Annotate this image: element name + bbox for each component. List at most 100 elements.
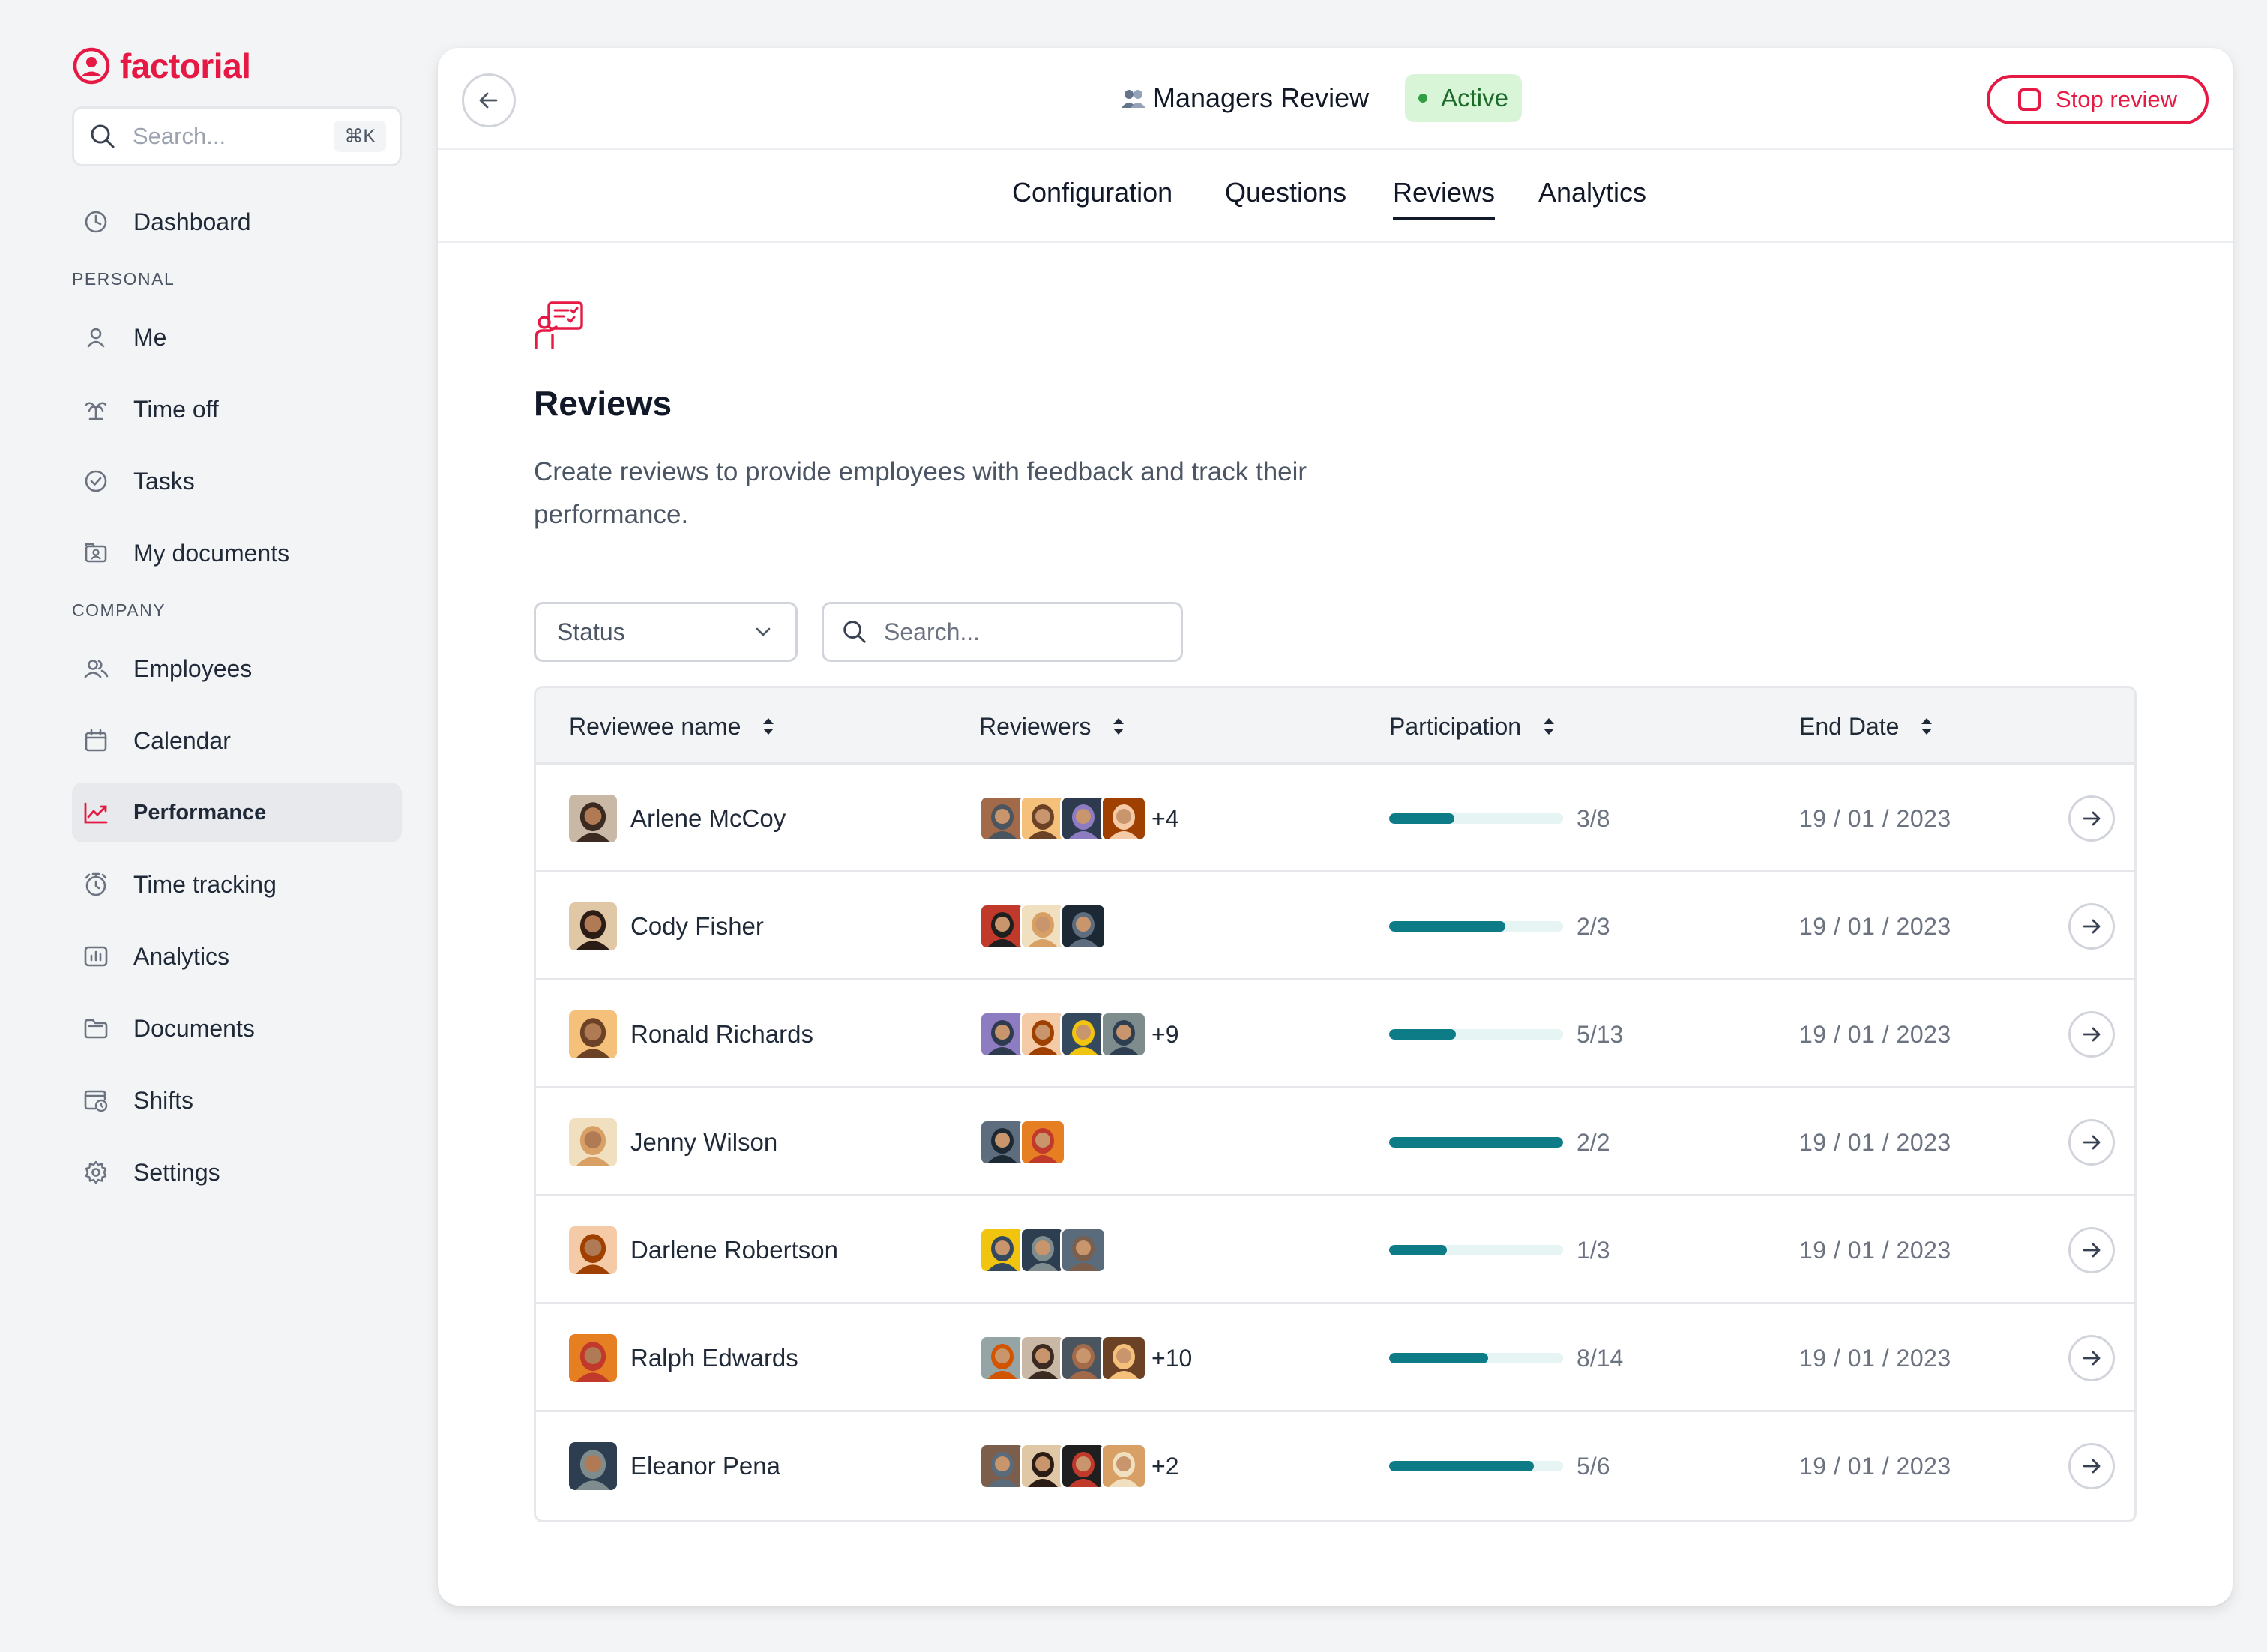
sidebar-item-me[interactable]: Me <box>72 307 402 367</box>
open-review-button[interactable] <box>2068 1119 2115 1166</box>
open-review-button[interactable] <box>2068 1335 2115 1381</box>
reviewers-avatar-stack[interactable] <box>979 1119 1066 1166</box>
avatar <box>569 1118 617 1166</box>
review-panel: Managers Review Active Stop review Confi… <box>438 48 2233 1606</box>
end-date-cell: 19 / 01 / 2023 <box>1799 872 1951 980</box>
open-review-button[interactable] <box>2068 1227 2115 1273</box>
arrow-right-icon <box>2083 811 2101 826</box>
reviewers-avatar-stack[interactable] <box>979 1443 1147 1489</box>
arrow-right-icon <box>2083 1243 2101 1258</box>
sidebar-item-calendar[interactable]: Calendar <box>72 711 402 771</box>
table-header: Reviewee name Reviewers Participation En… <box>536 688 2134 765</box>
sidebar-nav: Dashboard <box>72 192 402 252</box>
table-row[interactable]: Ronald Richards +9 5/13 19 / 01 / 2023 <box>536 980 2134 1088</box>
users-icon <box>82 655 109 682</box>
status-badge-label: Active <box>1441 84 1508 112</box>
participation-cell: 5/13 <box>1389 980 1623 1088</box>
sidebar-item-label: Settings <box>133 1158 220 1186</box>
sidebar-item-employees[interactable]: Employees <box>72 639 402 699</box>
avatar <box>569 795 617 842</box>
tab-analytics[interactable]: Analytics <box>1538 177 1646 220</box>
arrow-right-icon <box>2083 1135 2101 1150</box>
end-date: 19 / 01 / 2023 <box>1799 1344 1951 1372</box>
personal-section-heading: PERSONAL <box>72 269 175 289</box>
reviewers-cell <box>979 1088 1071 1196</box>
sidebar-item-label: Shifts <box>133 1086 194 1114</box>
sidebar-item-analytics[interactable]: Analytics <box>72 926 402 986</box>
sidebar-item-label: Dashboard <box>133 208 251 235</box>
end-date-cell: 19 / 01 / 2023 <box>1799 980 1951 1088</box>
sidebar-item-time-tracking[interactable]: Time tracking <box>72 854 402 914</box>
participation-progress-bar <box>1389 813 1563 824</box>
tab-configuration[interactable]: Configuration <box>1012 177 1172 220</box>
reviewer-avatar <box>1020 1443 1066 1489</box>
reviewers-avatar-stack[interactable] <box>979 1227 1107 1273</box>
calendar-clock-icon <box>82 1087 109 1114</box>
search-icon <box>843 621 866 643</box>
participation-cell: 1/3 <box>1389 1196 1610 1304</box>
reviewers-cell: +4 <box>979 765 1178 872</box>
reviewers-avatar-stack[interactable] <box>979 903 1107 950</box>
table-row[interactable]: Cody Fisher 2/3 19 / 01 / 2023 <box>536 872 2134 980</box>
table-search-input[interactable]: Search... <box>822 602 1183 662</box>
end-date-cell: 19 / 01 / 2023 <box>1799 1412 1951 1520</box>
factorial-logo[interactable]: factorial <box>72 42 402 90</box>
participation-ratio: 2/2 <box>1577 1128 1610 1156</box>
sidebar-search-input[interactable]: Search... ⌘K <box>72 106 402 166</box>
gear-icon <box>82 1159 109 1186</box>
status-filter-select[interactable]: Status <box>534 602 798 662</box>
row-action-cell <box>2068 980 2115 1088</box>
reviewee-cell: Arlene McCoy <box>569 765 786 872</box>
participation-progress-bar <box>1389 1353 1563 1363</box>
table-row[interactable]: Eleanor Pena +2 5/6 19 / 01 / 2023 <box>536 1412 2134 1520</box>
clock-icon <box>82 208 109 235</box>
column-header-label: Participation <box>1389 712 1522 740</box>
sidebar-item-dashboard[interactable]: Dashboard <box>72 192 402 252</box>
reviewers-avatar-stack[interactable] <box>979 795 1147 842</box>
bar-chart-icon <box>82 943 109 970</box>
table-row[interactable]: Darlene Robertson 1/3 19 / 01 / 2023 <box>536 1196 2134 1304</box>
stop-review-button[interactable]: Stop review <box>1987 75 2209 124</box>
column-header-reviewee[interactable]: Reviewee name <box>569 688 777 765</box>
participation-ratio: 3/8 <box>1577 804 1610 832</box>
column-header-reviewers[interactable]: Reviewers <box>979 688 1127 765</box>
table-row[interactable]: Arlene McCoy +4 3/8 19 / 01 / 2023 <box>536 765 2134 872</box>
user-icon <box>82 324 109 351</box>
extra-reviewers-count: +9 <box>1151 1020 1179 1048</box>
sidebar-item-shifts[interactable]: Shifts <box>72 1070 402 1130</box>
extra-reviewers-count: +2 <box>1151 1452 1179 1480</box>
participation-cell: 5/6 <box>1389 1412 1610 1520</box>
reviewers-avatar-stack[interactable] <box>979 1335 1147 1381</box>
sidebar-search-placeholder: Search... <box>133 123 226 149</box>
open-review-button[interactable] <box>2068 903 2115 950</box>
open-review-button[interactable] <box>2068 1443 2115 1489</box>
sidebar-item-time-off[interactable]: Time off <box>72 379 402 439</box>
sidebar-item-documents[interactable]: Documents <box>72 998 402 1058</box>
sidebar-item-settings[interactable]: Settings <box>72 1142 402 1202</box>
end-date: 19 / 01 / 2023 <box>1799 1452 1951 1480</box>
reviewers-avatar-stack[interactable] <box>979 1011 1147 1058</box>
calendar-icon <box>82 727 109 754</box>
participation-cell: 8/14 <box>1389 1304 1623 1412</box>
reviewer-avatar <box>1060 1335 1107 1381</box>
participation-progress-fill <box>1389 1029 1457 1040</box>
open-review-button[interactable] <box>2068 795 2115 842</box>
tab-questions[interactable]: Questions <box>1225 177 1346 220</box>
table-row[interactable]: Ralph Edwards +10 8/14 19 / 01 / 2023 <box>536 1304 2134 1412</box>
reviewer-avatar <box>1101 1443 1147 1489</box>
tab-reviews[interactable]: Reviews <box>1393 177 1496 220</box>
sidebar-item-label: Time tracking <box>133 870 277 898</box>
sidebar-item-tasks[interactable]: Tasks <box>72 451 402 511</box>
column-header-participation[interactable]: Participation <box>1389 688 1557 765</box>
reviewee-cell: Darlene Robertson <box>569 1196 838 1304</box>
status-badge: Active <box>1405 74 1522 122</box>
sidebar-item-my-documents[interactable]: My documents <box>72 523 402 583</box>
open-review-button[interactable] <box>2068 1011 2115 1058</box>
column-header-end-date[interactable]: End Date <box>1799 688 1935 765</box>
reviewer-avatar <box>979 1011 1026 1058</box>
back-button[interactable] <box>462 73 516 127</box>
table-row[interactable]: Jenny Wilson 2/2 19 / 01 / 2023 <box>536 1088 2134 1196</box>
participation-progress-fill <box>1389 1353 1489 1363</box>
avatar <box>569 1010 617 1058</box>
sidebar-item-performance[interactable]: Performance <box>72 783 402 842</box>
